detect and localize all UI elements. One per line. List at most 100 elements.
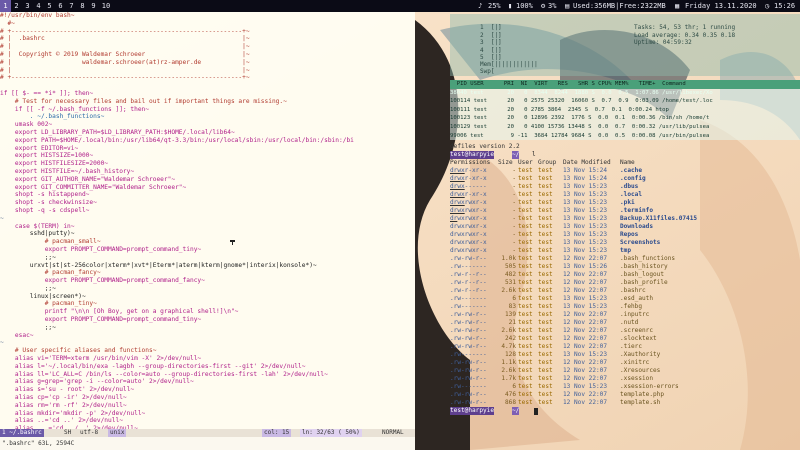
entry-permissions: .rw-rw-r--	[450, 335, 487, 342]
directory-entry[interactable]: drwxr-xr-x - test test 13 Nov 15:23 .local	[450, 191, 800, 199]
entry-name: .Xresources	[620, 367, 661, 374]
directory-entry[interactable]: drwxrwxr-x - test test 13 Nov 15:23 .pki	[450, 199, 800, 207]
entry-group: test	[538, 399, 553, 406]
directory-entry[interactable]: drwxr-xr-x - test test 13 Nov 15:24 .cache	[450, 167, 800, 175]
workspace-5[interactable]: 5	[44, 0, 55, 12]
editor-buffer[interactable]: #!/usr/bin/env bash~ #~ # +--------------…	[0, 12, 415, 433]
workspace-3[interactable]: 3	[22, 0, 33, 12]
entry-size: -	[512, 223, 516, 230]
volume-level: 25%	[488, 2, 501, 10]
process-row[interactable]: 100123 test 20 0 12896 2392 1776 S 0.0 0…	[450, 114, 800, 123]
file-entry[interactable]: .rw-rw-r-- 242 test test 12 Nov 22:07 .slockt…	[450, 335, 800, 343]
file-entry[interactable]: .rw-rw-r-- 1.0k test test 12 Nov 22:07 .bash_…	[450, 255, 800, 263]
directory-entry[interactable]: drwxrwxr-x - test test 13 Nov 15:23 tmp	[450, 247, 800, 255]
entry-permissions: drwxr-xr-x	[450, 175, 487, 182]
prompt-command: l	[532, 151, 536, 158]
workspace-6[interactable]: 6	[55, 0, 66, 12]
htop-process-list[interactable]: PID USER PRI NI VIRT RES SHR S CPU% MEM%…	[450, 80, 800, 141]
workspace-10[interactable]: 10	[99, 0, 113, 12]
code-line: # +-------------------------------------…	[0, 27, 250, 35]
file-entry[interactable]: .rw-rw-r-- 476 test test 12 Nov 22:07 templat…	[450, 391, 800, 399]
code-line: case $(TERM) in~	[0, 222, 75, 230]
entry-group: test	[538, 255, 553, 262]
process-list-header[interactable]: PID USER PRI NI VIRT RES SHR S CPU% MEM%…	[450, 80, 800, 89]
process-row[interactable]: 99006 test 9 -11 3684 12784 9684 S 0.0 0…	[450, 131, 800, 141]
entry-name: .screenrc	[620, 327, 654, 334]
tasks-info: Tasks: 54, 53 thr; 1 running	[634, 24, 736, 31]
workspace-8[interactable]: 8	[77, 0, 88, 12]
file-entry[interactable]: .rw-rw-r-- 21 test test 12 Nov 22:07 .nutd	[450, 319, 800, 327]
entry-user: test	[518, 367, 533, 374]
entry-group: test	[538, 359, 553, 366]
file-entry[interactable]: .rw-r--r-- 2.6k test test 12 Nov 22:07 .bashr…	[450, 287, 800, 295]
file-entry[interactable]: .rw------- 83 test test 13 Nov 15:23 .fehbg	[450, 303, 800, 311]
entry-size: -	[512, 207, 516, 214]
file-entry[interactable]: .rw-r--r-- 531 test test 12 Nov 22:07 .bash_p…	[450, 279, 800, 287]
directory-entry[interactable]: drwx------ - test test 13 Nov 15:23 .dbus	[450, 183, 800, 191]
vim-command-line[interactable]: ".bashrc" 63L, 2594C	[0, 437, 415, 450]
file-entry[interactable]: .rw------- 6 test test 13 Nov 15:23 .esd_auth	[450, 295, 800, 303]
entry-date: 13 Nov 15:23	[563, 295, 608, 302]
vim-line-position: ln: 32/63 ( 50%)	[300, 429, 362, 437]
entry-size: 6	[512, 383, 516, 390]
prompt-user: test@harpyie	[450, 151, 495, 159]
directory-entry[interactable]: drwxrwxr-x - test test 13 Nov 15:23 Repos	[450, 231, 800, 239]
code-line: alias ..='cd ..' 2>/dev/null~	[0, 417, 123, 425]
volume-icon: ♪	[478, 2, 483, 10]
directory-entry[interactable]: drwxrwxr-x - test test 13 Nov 15:23 .terminfo	[450, 207, 800, 215]
process-row[interactable]: 38040 test 20 0 8344 8244 1880 S 0.0 0.5…	[450, 88, 800, 98]
file-list[interactable]: drwxr-xr-x - test test 13 Nov 15:24 .cache drw…	[450, 167, 800, 407]
file-entry[interactable]: .rw-rw-r-- 139 test test 12 Nov 22:07 .inputr…	[450, 311, 800, 319]
directory-entry[interactable]: drwxrwxr-x - test test 13 Nov 15:23 Screensho…	[450, 239, 800, 247]
htop-terminal[interactable]: 1 [|] 2 [|] 3 [|] 4 [|] 5 [|] Mem[||||||…	[450, 14, 800, 144]
cpu-meter-3: 3 [|]	[480, 39, 502, 47]
entry-group: test	[538, 351, 553, 358]
directory-entry[interactable]: drwxr-xr-x - test test 13 Nov 15:24 .config	[450, 175, 800, 183]
shell-prompt-final[interactable]: test@harpyie ~/	[450, 407, 800, 415]
entry-user: test	[518, 271, 533, 278]
entry-name: .bash_profile	[620, 279, 668, 286]
code-line: # +-------------------------------------…	[0, 74, 250, 82]
file-entry[interactable]: .rw-rw-r-- 868 test test 12 Nov 22:07 templat…	[450, 399, 800, 407]
file-listing-terminal[interactable]: defiles version 2.2 test@harpyie ~/ l Pe…	[450, 143, 800, 418]
vim-editor-window[interactable]: #!/usr/bin/env bash~ #~ # +--------------…	[0, 12, 415, 438]
entry-date: 13 Nov 15:23	[563, 215, 608, 222]
workspace-9[interactable]: 9	[88, 0, 99, 12]
file-entry[interactable]: .rw-rw-r-- 2.6k test test 12 Nov 22:07 .scree…	[450, 327, 800, 335]
workspace-1[interactable]: 1	[0, 0, 11, 12]
file-entry[interactable]: .rw-r--r-- 482 test test 12 Nov 22:07 .bash_l…	[450, 271, 800, 279]
entry-date: 12 Nov 22:07	[563, 367, 608, 374]
entry-name: .terminfo	[620, 207, 654, 214]
entry-group: test	[538, 207, 553, 214]
file-entry[interactable]: .rw-rw-r-- 1.7k test test 12 Nov 22:07 .xsess…	[450, 375, 800, 383]
code-line: esac~	[0, 331, 34, 339]
file-entry[interactable]: .rw-rw-r-- 2.6k test test 12 Nov 22:07 .Xreso…	[450, 367, 800, 375]
directory-entry[interactable]: drwxrwxr-x - test test 13 Nov 15:23 Backup.X1…	[450, 215, 800, 223]
file-entry[interactable]: .rw------- 6 test test 13 Nov 15:23 .xsession…	[450, 383, 800, 391]
entry-name: .dbus	[620, 183, 639, 190]
file-entry[interactable]: .rw-rw-r-- 1.1k test test 12 Nov 22:07 .xinit…	[450, 359, 800, 367]
entry-permissions: .rw-------	[450, 263, 487, 270]
entry-size: 21	[508, 319, 516, 326]
process-row[interactable]: 100111 test 20 0 2785 3864 2345 S 0.7 0.…	[450, 105, 800, 115]
code-line: export GIT_AUTHOR_NAME="Waldemar Schroee…	[0, 175, 176, 183]
entry-name: template.php	[620, 391, 665, 398]
entry-permissions: drwxrwxr-x	[450, 223, 487, 230]
entry-permissions: .rw-rw-r--	[450, 367, 487, 374]
entry-group: test	[538, 279, 553, 286]
workspace-7[interactable]: 7	[66, 0, 77, 12]
file-entry[interactable]: .rw------- 505 test test 13 Nov 15:26 .bash_h…	[450, 263, 800, 271]
file-entry[interactable]: .rw-rw-r-- 4.7k test test 12 Nov 22:07 .tierc	[450, 343, 800, 351]
process-row[interactable]: 100114 test 20 0 2575 25320 16060 S 0.7 …	[450, 97, 800, 106]
directory-entry[interactable]: drwxrwxr-x - test test 13 Nov 15:23 Downloads	[450, 223, 800, 231]
workspace-2[interactable]: 2	[11, 0, 22, 12]
workspace-4[interactable]: 4	[33, 0, 44, 12]
entry-group: test	[538, 367, 553, 374]
load-average: Load average: 0.34 0.35 0.18	[634, 31, 736, 39]
file-entry[interactable]: .rw------- 128 test test 13 Nov 15:23 .Xautho…	[450, 351, 800, 359]
entry-size: -	[512, 191, 516, 198]
process-row[interactable]: 100129 test 20 0 4100 15736 13448 S 0.0 …	[450, 122, 800, 132]
entry-size: -	[512, 175, 516, 182]
entry-date: 13 Nov 15:23	[563, 199, 608, 206]
code-line: # Test for necessary files and bail out …	[0, 97, 287, 105]
